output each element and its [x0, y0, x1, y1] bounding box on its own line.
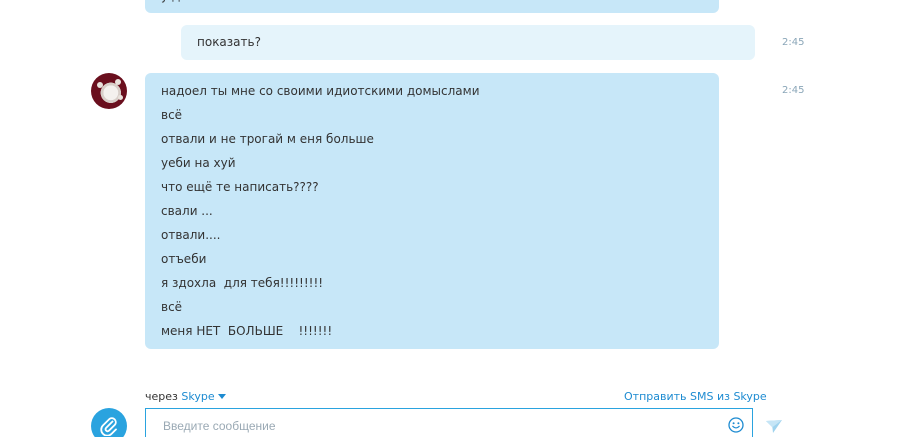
outgoing-message-text: показать? [197, 35, 261, 49]
incoming-message-line: я здохла для тебя!!!!!!!!! [161, 276, 324, 290]
incoming-message-bubble[interactable]: надоел ты мне со своими идиотскими домыс… [145, 73, 719, 349]
incoming-message-line: свали ... [161, 204, 213, 218]
previous-message-bubble: у д [145, 0, 719, 13]
via-service-dropdown[interactable]: Skype [181, 390, 214, 403]
send-sms-link[interactable]: Отправить SMS из Skype [624, 390, 767, 403]
incoming-message-line: отвали и не трогай м еня больше [161, 132, 374, 146]
incoming-message-line: надоел ты мне со своими идиотскими домыс… [161, 84, 480, 98]
incoming-message-line: что ещё те написать???? [161, 180, 319, 194]
incoming-message-line: всё [161, 108, 183, 122]
incoming-message-line: уеби на хуй [161, 156, 236, 170]
chat-window: у д показать? 2:45 надоел ты мне со свои… [0, 0, 897, 437]
send-via-selector[interactable]: через Skype [145, 390, 226, 403]
incoming-message-time: 2:45 [782, 85, 805, 96]
incoming-message-line: меня НЕТ БОЛЬШЕ !!!!!!! [161, 324, 333, 338]
outgoing-message-time: 2:45 [782, 37, 805, 48]
avatar[interactable] [91, 73, 127, 109]
attach-button[interactable] [91, 408, 127, 437]
paperclip-icon [100, 417, 117, 436]
previous-message-text: у д [161, 0, 180, 3]
smiley-icon[interactable] [728, 417, 744, 433]
incoming-message-line: отвали.... [161, 228, 221, 242]
message-input-box[interactable] [145, 408, 753, 437]
incoming-message-line: отъеби [161, 252, 207, 266]
outgoing-message-bubble[interactable]: показать? [181, 25, 755, 60]
incoming-message-line: всё [161, 300, 183, 314]
send-arrow-icon[interactable] [766, 420, 782, 434]
chevron-down-icon[interactable] [217, 394, 226, 399]
via-prefix: через [145, 390, 178, 403]
message-input[interactable] [161, 418, 705, 434]
